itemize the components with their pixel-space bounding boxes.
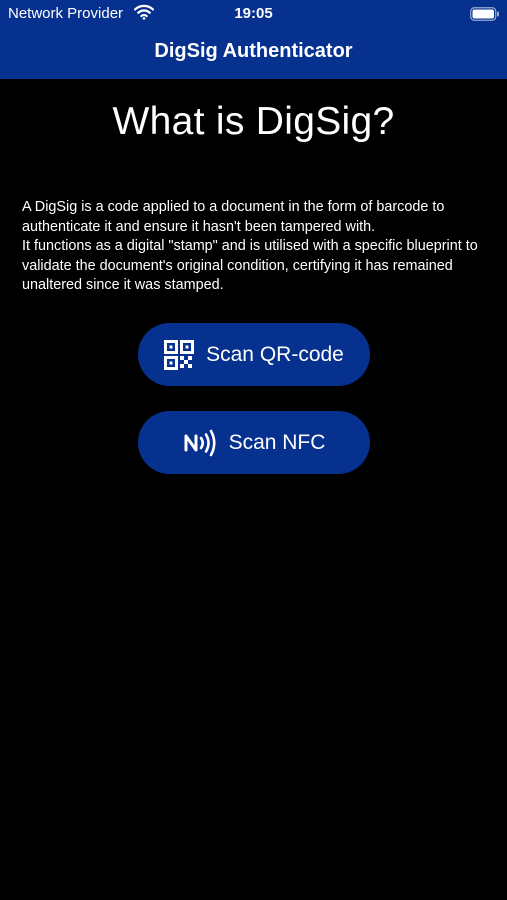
description-text: A DigSig is a code applied to a document… — [22, 199, 478, 294]
scan-qr-label: Scan QR-code — [206, 342, 344, 366]
battery-icon — [470, 7, 500, 21]
nav-title: DigSig Authenticator — [154, 40, 353, 62]
page-heading: What is DigSig? — [112, 100, 395, 143]
scan-nfc-label: Scan NFC — [228, 430, 326, 454]
status-time: 19:05 — [234, 5, 273, 22]
qr-code-icon — [164, 339, 195, 370]
scan-nfc-button[interactable]: Scan NFC — [138, 411, 370, 474]
status-bar: Network Provider 19:05 — [0, 0, 507, 28]
nfc-icon — [183, 429, 217, 457]
scan-qr-button[interactable]: Scan QR-code — [138, 323, 370, 386]
app-header: Network Provider 19:05 DigSig Authentica… — [0, 0, 507, 79]
